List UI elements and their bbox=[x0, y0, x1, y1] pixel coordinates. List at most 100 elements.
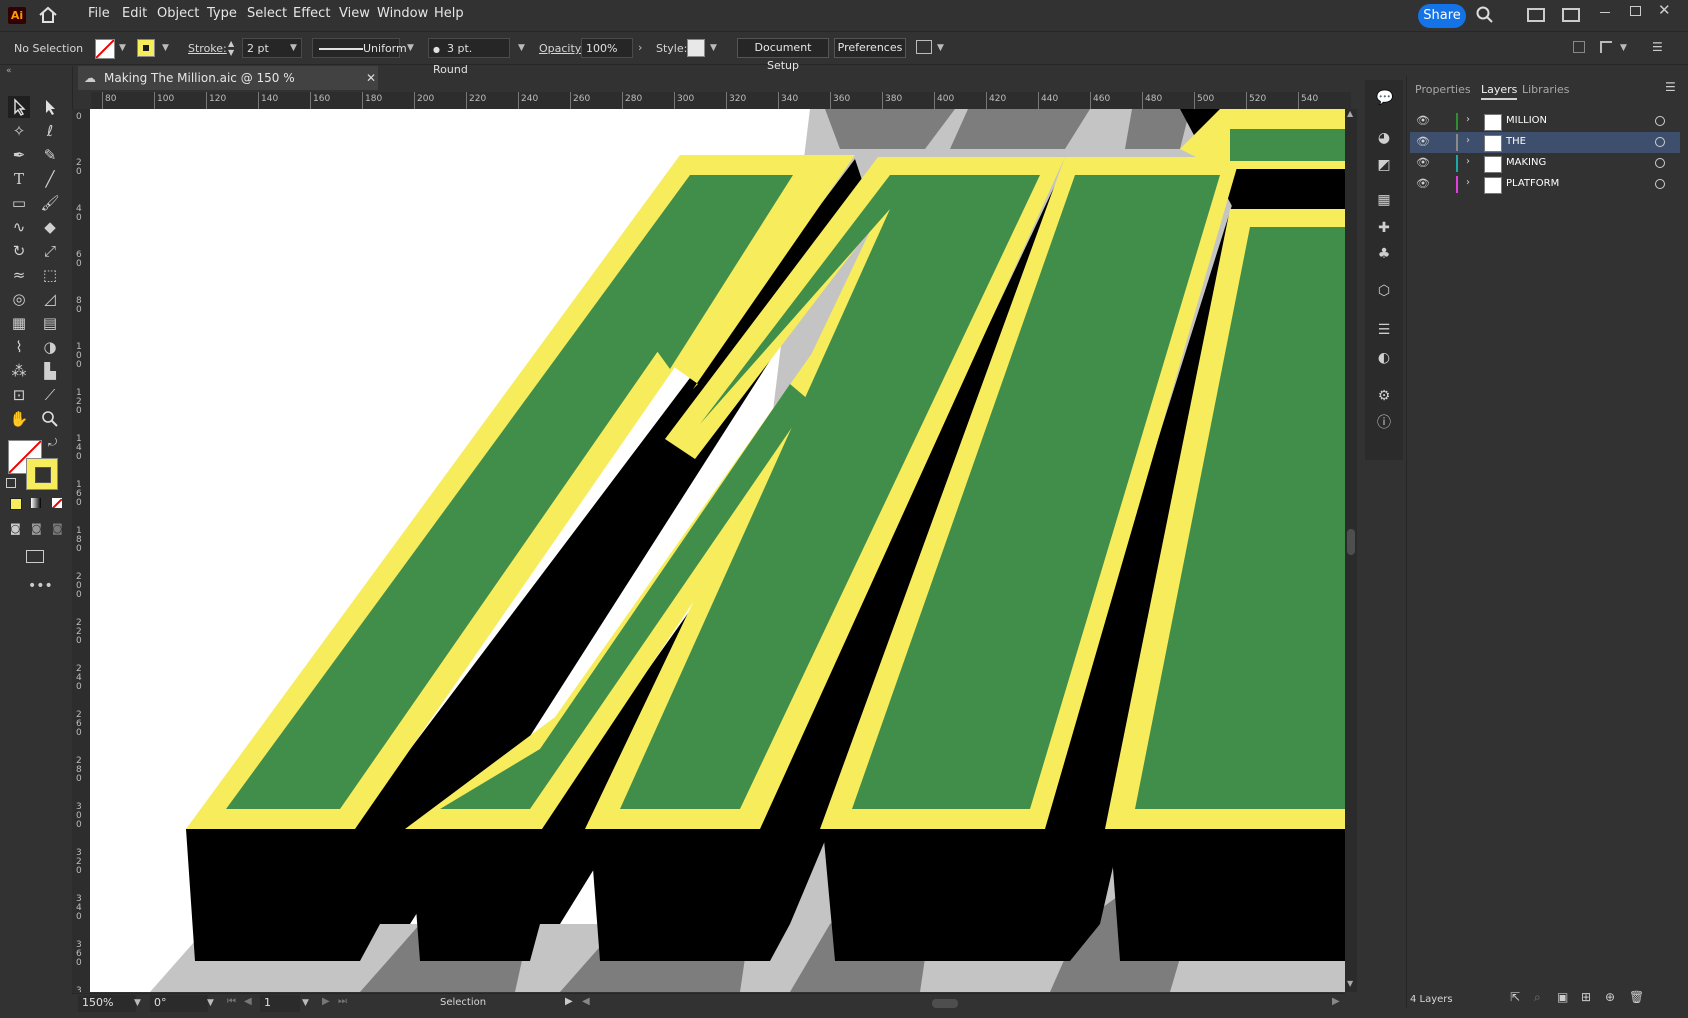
menu-help[interactable]: Help bbox=[434, 6, 464, 21]
menu-select[interactable]: Select bbox=[247, 6, 287, 21]
chevron-down-icon[interactable]: ▼ bbox=[937, 43, 944, 53]
status-menu-icon[interactable]: ▶ bbox=[565, 996, 573, 1007]
restore-icon[interactable] bbox=[1630, 6, 1641, 16]
expand-chevron-icon[interactable]: › bbox=[1466, 135, 1470, 146]
delete-layer-icon[interactable]: 🗑 bbox=[1629, 990, 1644, 1004]
transform-icon[interactable] bbox=[1600, 41, 1612, 53]
target-circle-icon[interactable] bbox=[1655, 179, 1665, 189]
none-mode-icon[interactable] bbox=[52, 498, 62, 508]
slice-tool-icon[interactable]: ⟋ bbox=[39, 384, 61, 406]
tab-libraries[interactable]: Libraries bbox=[1522, 83, 1570, 96]
share-button[interactable]: Share bbox=[1418, 4, 1466, 28]
close-tab-icon[interactable]: ✕ bbox=[366, 66, 376, 90]
opacity-input[interactable]: 100% bbox=[581, 38, 633, 58]
edit-toolbar-icon[interactable]: ••• bbox=[28, 578, 53, 594]
gradient-tool-icon[interactable]: ▤ bbox=[39, 312, 61, 334]
info-icon[interactable]: ⓘ bbox=[1376, 415, 1392, 431]
chevron-down-icon[interactable]: ▼ bbox=[162, 43, 169, 53]
arrange-icon[interactable] bbox=[916, 40, 932, 54]
variable-width-profile[interactable]: Uniform bbox=[312, 38, 407, 58]
blend-tool-icon[interactable]: ◑ bbox=[39, 336, 61, 358]
scroll-left-icon[interactable]: ◀ bbox=[582, 996, 590, 1007]
visibility-eye-icon[interactable]: 👁 bbox=[1416, 114, 1430, 127]
menu-object[interactable]: Object bbox=[157, 6, 199, 21]
3d-materials-icon[interactable]: ⬡ bbox=[1376, 283, 1392, 299]
default-colors-icon[interactable] bbox=[6, 478, 16, 488]
screen-mode-icon[interactable] bbox=[26, 550, 44, 563]
panel-menu-icon[interactable]: ☰ bbox=[1665, 80, 1676, 94]
chevron-right-icon[interactable]: › bbox=[638, 41, 642, 54]
new-layer-icon[interactable]: ⊕ bbox=[1605, 990, 1615, 1004]
chevron-down-icon[interactable]: ▼ bbox=[207, 998, 214, 1008]
scroll-up-icon[interactable]: ▲ bbox=[1347, 109, 1353, 118]
layer-name[interactable]: THE bbox=[1506, 136, 1526, 147]
color-mode-icon[interactable] bbox=[10, 498, 22, 510]
layer-row-making[interactable]: 👁 › MAKING bbox=[1410, 153, 1680, 174]
document-tab[interactable]: ☁ Making The Million.aic @ 150 % (RGB/Pr… bbox=[78, 66, 378, 109]
scroll-thumb[interactable] bbox=[1347, 529, 1355, 555]
target-circle-icon[interactable] bbox=[1655, 116, 1665, 126]
stroke-swatch[interactable] bbox=[137, 39, 155, 57]
transparency-icon[interactable]: ◐ bbox=[1376, 350, 1392, 366]
chevron-down-icon[interactable]: ▼ bbox=[302, 998, 309, 1008]
shape-builder-tool-icon[interactable]: ◎ bbox=[8, 288, 30, 310]
export-icon[interactable]: ⇱ bbox=[1510, 990, 1520, 1004]
document-setup-button[interactable]: Document Setup bbox=[737, 38, 829, 72]
comments-icon[interactable]: 💬 bbox=[1376, 90, 1393, 106]
layer-name[interactable]: PLATFORM bbox=[1506, 178, 1559, 189]
scroll-down-icon[interactable]: ▼ bbox=[1347, 979, 1353, 988]
workspace-switcher-icon[interactable] bbox=[1562, 8, 1580, 22]
gradient-mode-icon[interactable] bbox=[31, 498, 41, 508]
fill-swatch-none[interactable] bbox=[95, 39, 115, 59]
last-artboard-icon[interactable]: ⏭ bbox=[338, 996, 347, 1007]
stroke-icon[interactable]: ☰ bbox=[1376, 322, 1392, 338]
menu-type[interactable]: Type bbox=[207, 6, 237, 21]
brush-definition[interactable]: ● 3 pt. Round bbox=[428, 38, 510, 76]
color-guide-icon[interactable]: ◩ bbox=[1376, 157, 1392, 173]
stepper-icon[interactable]: ▲ ▼ bbox=[228, 39, 234, 57]
horizontal-scroll-thumb[interactable] bbox=[932, 999, 958, 1008]
chevron-down-icon[interactable]: ▼ bbox=[134, 998, 141, 1008]
magic-wand-icon[interactable]: ✧ bbox=[8, 120, 30, 142]
artboard-canvas[interactable] bbox=[90, 109, 1345, 992]
pen-tool-icon[interactable]: ✒ bbox=[8, 144, 30, 166]
rotate-tool-icon[interactable]: ↻ bbox=[8, 240, 30, 262]
menu-effect[interactable]: Effect bbox=[293, 6, 330, 21]
layer-row-platform[interactable]: 👁 › PLATFORM bbox=[1410, 174, 1680, 195]
control-menu-icon[interactable]: ☰ bbox=[1652, 40, 1663, 54]
chevron-down-icon[interactable]: ▼ bbox=[407, 43, 414, 53]
layer-name[interactable]: MILLION bbox=[1506, 115, 1547, 126]
free-transform-tool-icon[interactable]: ⬚ bbox=[39, 264, 61, 286]
menu-edit[interactable]: Edit bbox=[122, 6, 147, 21]
draw-behind-icon[interactable]: ◙ bbox=[31, 522, 42, 535]
preferences-button[interactable]: Preferences bbox=[834, 38, 906, 58]
new-sublayer-icon[interactable]: ⊞ bbox=[1581, 990, 1591, 1004]
eyedropper-tool-icon[interactable]: ⌇ bbox=[8, 336, 30, 358]
visibility-eye-icon[interactable]: 👁 bbox=[1416, 177, 1430, 190]
artboard-tool-icon[interactable]: ⊡ bbox=[8, 384, 30, 406]
chevron-down-icon[interactable]: ▼ bbox=[119, 43, 126, 53]
draw-normal-icon[interactable]: ◙ bbox=[10, 522, 21, 535]
align-icon[interactable] bbox=[1573, 41, 1585, 53]
hand-tool-icon[interactable]: ✋ bbox=[8, 408, 30, 430]
tab-layers[interactable]: Layers bbox=[1481, 83, 1518, 100]
layer-row-the[interactable]: 👁 › THE bbox=[1410, 132, 1680, 153]
draw-inside-icon[interactable]: ◙ bbox=[52, 522, 63, 535]
stroke-color-indicator[interactable] bbox=[26, 458, 58, 490]
swap-fill-stroke-icon[interactable]: ⤾ bbox=[48, 436, 57, 450]
chevron-down-icon[interactable]: ▼ bbox=[518, 43, 525, 53]
chevron-down-icon[interactable]: ▼ bbox=[710, 43, 717, 53]
paintbrush-tool-icon[interactable]: 🖌 bbox=[39, 192, 61, 214]
brushes-icon[interactable]: ✚ bbox=[1376, 220, 1392, 236]
expand-chevron-icon[interactable]: › bbox=[1466, 156, 1470, 167]
zoom-tool-icon[interactable] bbox=[39, 408, 61, 430]
swatches-icon[interactable]: ▦ bbox=[1376, 192, 1392, 208]
scroll-right-icon[interactable]: ▶ bbox=[1332, 996, 1340, 1007]
vertical-scrollbar[interactable]: ▲ ▼ bbox=[1345, 109, 1357, 992]
minimize-icon[interactable] bbox=[1600, 12, 1610, 13]
home-icon[interactable] bbox=[38, 5, 58, 25]
vertical-ruler[interactable]: 0 20 40 60 80 100 120 140 160 180 200 220 240 260 280 3… bbox=[72, 109, 91, 992]
panel-collapse-icon[interactable]: « bbox=[6, 66, 12, 76]
expand-chevron-icon[interactable]: › bbox=[1466, 177, 1470, 188]
artboard-number[interactable]: 1 bbox=[260, 995, 300, 1012]
